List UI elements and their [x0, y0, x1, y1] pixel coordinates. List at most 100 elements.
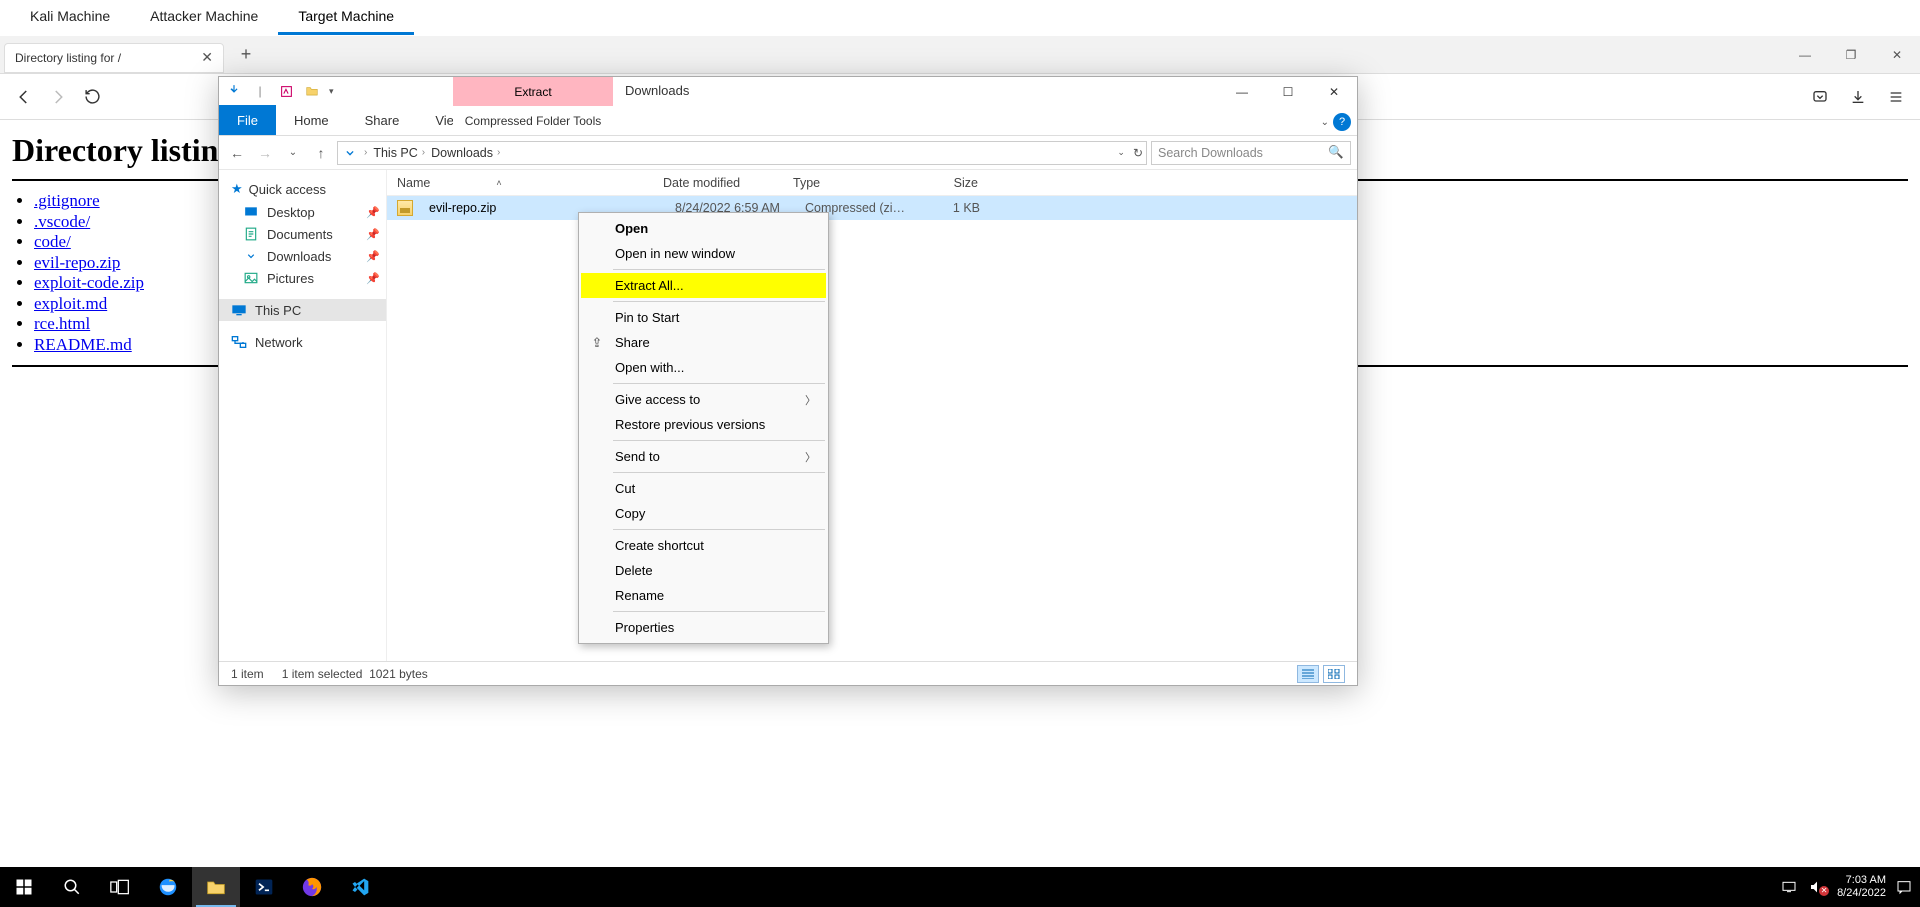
chevron-right-icon: 〉 [805, 449, 816, 465]
menu-icon[interactable] [1886, 87, 1906, 107]
ribbon-tab-home[interactable]: Home [276, 105, 347, 135]
ctx-extract-all[interactable]: Extract All... [581, 273, 826, 298]
lab-tab-attacker[interactable]: Attacker Machine [130, 0, 278, 35]
documents-icon [243, 226, 259, 242]
listing-link[interactable]: code/ [34, 232, 71, 251]
nav-quick-access[interactable]: ★ Quick access [219, 176, 386, 201]
icons-view-button[interactable] [1323, 665, 1345, 683]
explorer-minimize-button[interactable]: — [1219, 77, 1265, 107]
taskbar-vscode[interactable] [336, 867, 384, 907]
listing-link[interactable]: README.md [34, 335, 132, 354]
close-tab-icon[interactable]: ✕ [201, 49, 213, 66]
listing-link[interactable]: .vscode/ [34, 212, 90, 231]
taskbar-clock[interactable]: 7:03 AM 8/24/2022 [1837, 874, 1886, 899]
qat-properties-icon[interactable] [277, 82, 295, 100]
addr-dropdown-icon[interactable]: ⌄ [1117, 147, 1125, 158]
ctx-pin-start[interactable]: Pin to Start [581, 305, 826, 330]
forward-button[interactable] [48, 87, 68, 107]
task-view-button[interactable] [96, 867, 144, 907]
search-placeholder: Search Downloads [1158, 146, 1263, 160]
downloads-icon[interactable] [1848, 87, 1868, 107]
ctx-copy[interactable]: Copy [581, 501, 826, 526]
breadcrumb-segment[interactable]: Downloads› [431, 146, 500, 160]
nav-downloads[interactable]: Downloads📌 [219, 245, 386, 267]
nav-pictures[interactable]: Pictures📌 [219, 267, 386, 289]
lab-tab-kali[interactable]: Kali Machine [10, 0, 130, 35]
search-button[interactable] [48, 867, 96, 907]
listing-link[interactable]: exploit-code.zip [34, 273, 144, 292]
ctx-cut[interactable]: Cut [581, 476, 826, 501]
action-center-icon[interactable] [1896, 879, 1914, 895]
ribbon-tab-share[interactable]: Share [347, 105, 418, 135]
address-bar[interactable]: › This PC› Downloads› ⌄ ↻ [337, 141, 1147, 165]
taskbar-time: 7:03 AM [1837, 874, 1886, 887]
ctx-rename[interactable]: Rename [581, 583, 826, 608]
qat-download-icon[interactable] [225, 82, 243, 100]
listing-link[interactable]: evil-repo.zip [34, 253, 120, 272]
pin-icon: 📌 [366, 250, 380, 263]
details-view-button[interactable] [1297, 665, 1319, 683]
browser-minimize-button[interactable]: — [1782, 36, 1828, 73]
nav-documents[interactable]: Documents📌 [219, 223, 386, 245]
pictures-icon [243, 270, 259, 286]
explorer-search-input[interactable]: Search Downloads 🔍 [1151, 141, 1351, 165]
taskbar-firefox[interactable] [288, 867, 336, 907]
ctx-restore-versions[interactable]: Restore previous versions [581, 412, 826, 437]
ctx-open-new-window[interactable]: Open in new window [581, 241, 826, 266]
ctx-give-access[interactable]: Give access to〉 [581, 387, 826, 412]
taskbar-ie[interactable] [144, 867, 192, 907]
contextual-tab-extract[interactable]: Extract [453, 77, 613, 106]
new-tab-button[interactable]: + [232, 44, 260, 65]
sort-arrow-icon: ˄ [496, 178, 501, 188]
browser-restore-button[interactable]: ❐ [1828, 36, 1874, 73]
status-item-count: 1 item [231, 667, 264, 681]
pocket-icon[interactable] [1810, 87, 1830, 107]
refresh-icon[interactable]: ↻ [1133, 146, 1143, 160]
taskbar-powershell[interactable] [240, 867, 288, 907]
navigation-pane: ★ Quick access Desktop📌 Documents📌 Downl… [219, 170, 387, 661]
ribbon-expand-icon[interactable]: ⌄ [1321, 117, 1329, 128]
col-header-date[interactable]: Date modified [653, 176, 783, 190]
ctx-properties[interactable]: Properties [581, 615, 826, 640]
explorer-up-button[interactable]: ↑ [309, 141, 333, 165]
listing-link[interactable]: exploit.md [34, 294, 107, 313]
listing-link[interactable]: .gitignore [34, 191, 100, 210]
zip-file-icon [397, 200, 413, 216]
lab-tab-target[interactable]: Target Machine [278, 0, 414, 35]
explorer-maximize-button[interactable]: ☐ [1265, 77, 1311, 107]
qat-newfolder-icon[interactable] [303, 82, 321, 100]
explorer-forward-button[interactable]: → [253, 141, 277, 165]
explorer-close-button[interactable]: ✕ [1311, 77, 1357, 107]
ctx-send-to[interactable]: Send to〉 [581, 444, 826, 469]
col-header-type[interactable]: Type [783, 176, 908, 190]
listing-link[interactable]: rce.html [34, 314, 90, 333]
nav-this-pc[interactable]: This PC [219, 299, 386, 321]
taskbar-explorer[interactable] [192, 867, 240, 907]
back-button[interactable] [14, 87, 34, 107]
reload-button[interactable] [82, 87, 102, 107]
start-button[interactable] [0, 867, 48, 907]
col-header-size[interactable]: Size [908, 176, 988, 190]
ctx-open[interactable]: Open [581, 216, 826, 241]
ctx-open-with[interactable]: Open with... [581, 355, 826, 380]
pin-icon: 📌 [366, 272, 380, 285]
file-row[interactable]: evil-repo.zip 8/24/2022 6:59 AM Compress… [387, 196, 1357, 220]
nav-network[interactable]: Network [219, 331, 386, 353]
col-header-name[interactable]: Name˄ [387, 176, 653, 190]
explorer-recent-button[interactable]: ⌄ [281, 141, 305, 165]
nav-desktop[interactable]: Desktop📌 [219, 201, 386, 223]
column-headers: Name˄ Date modified Type Size [387, 170, 1357, 196]
tray-volume-icon[interactable]: ✕ [1809, 880, 1827, 894]
ctx-create-shortcut[interactable]: Create shortcut [581, 533, 826, 558]
breadcrumb-segment[interactable]: This PC› [373, 146, 425, 160]
tray-network-icon[interactable] [1781, 880, 1799, 894]
ctx-delete[interactable]: Delete [581, 558, 826, 583]
ribbon-tab-file[interactable]: File [219, 105, 276, 135]
browser-close-button[interactable]: ✕ [1874, 36, 1920, 73]
browser-tab[interactable]: Directory listing for / ✕ [4, 43, 224, 73]
help-icon[interactable]: ? [1333, 113, 1351, 131]
ctx-share[interactable]: ⇪Share [581, 330, 826, 355]
qat-customize-icon[interactable]: ▾ [329, 86, 334, 97]
explorer-back-button[interactable]: ← [225, 141, 249, 165]
explorer-title: Downloads [625, 83, 689, 98]
